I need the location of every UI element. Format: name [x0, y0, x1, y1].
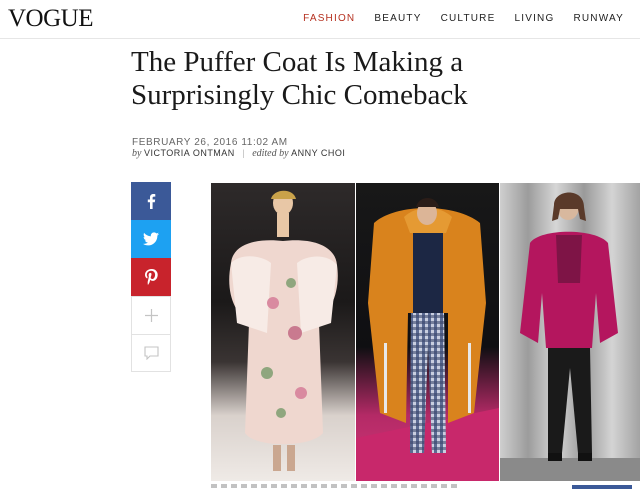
article-title-line-1: The Puffer Coat Is Making a	[131, 46, 464, 78]
pinterest-share-button[interactable]	[131, 258, 171, 296]
runway-photo-orange-puffer	[356, 183, 499, 481]
publish-date: FEBRUARY 26, 2016 11:02 AM	[132, 137, 288, 148]
editor-prefix: edited by	[252, 148, 289, 159]
runway-photo-magenta-puffer	[500, 183, 640, 481]
pinterest-icon	[144, 269, 158, 285]
share-fragment	[572, 485, 632, 489]
nav-item-beauty[interactable]: BEAUTY	[374, 13, 421, 25]
runway-photo-floral-coat	[211, 183, 355, 481]
caption-fragment	[211, 484, 461, 488]
byline-divider: |	[242, 148, 245, 158]
comment-icon	[143, 346, 159, 360]
share-bar	[131, 182, 171, 372]
twitter-share-button[interactable]	[131, 220, 171, 258]
more-share-button[interactable]	[131, 296, 171, 334]
runway-photo-collage[interactable]	[211, 183, 640, 481]
main-nav: FASHION BEAUTY CULTURE LIVING RUNWAY	[303, 13, 624, 25]
twitter-icon	[143, 232, 159, 246]
nav-item-culture[interactable]: CULTURE	[441, 13, 496, 25]
nav-item-runway[interactable]: RUNWAY	[573, 13, 624, 25]
byline: by VICTORIA ONTMAN | edited by ANNY CHOI	[132, 148, 345, 159]
article-title-line-2: Surprisingly Chic Comeback	[131, 79, 468, 111]
comment-button[interactable]	[131, 334, 171, 372]
article-title: The Puffer Coat Is Making a Surprisingly…	[131, 46, 591, 112]
model-figure-floral	[229, 190, 338, 471]
plus-icon	[144, 309, 158, 322]
editor-link[interactable]: ANNY CHOI	[291, 148, 345, 158]
nav-item-living[interactable]: LIVING	[514, 13, 554, 25]
nav-item-fashion[interactable]: FASHION	[303, 13, 355, 25]
facebook-share-button[interactable]	[131, 182, 171, 220]
model-figure-orange	[356, 198, 499, 481]
top-bar: VOGUE FASHION BEAUTY CULTURE LIVING RUNW…	[0, 0, 640, 39]
author-link[interactable]: VICTORIA ONTMAN	[144, 148, 235, 158]
facebook-icon	[147, 194, 156, 209]
byline-prefix: by	[132, 148, 142, 159]
vogue-logo[interactable]: VOGUE	[8, 6, 94, 32]
model-figure-magenta	[500, 192, 640, 481]
